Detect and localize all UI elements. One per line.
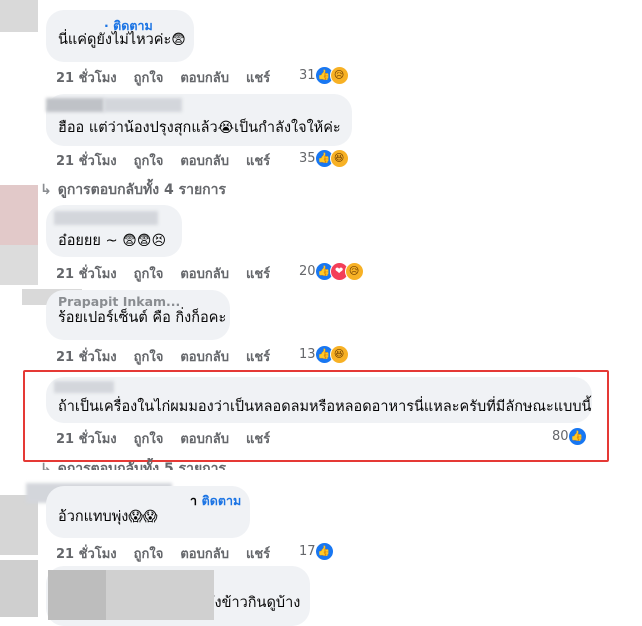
- comment-actions: 21 ชั่วโมง ถูกใจ ตอบกลับ แชร์: [56, 150, 287, 171]
- comment-bubble: อ๋อยยย ~ 😨😨😣: [46, 205, 182, 257]
- reply-button[interactable]: ตอบกลับ: [180, 154, 229, 169]
- timestamp[interactable]: 21 ชั่วโมง: [56, 154, 117, 169]
- emoji: 😨: [171, 32, 186, 48]
- comment-actions: 21 ชั่วโมง ถูกใจ ตอบกลับ แชร์: [56, 263, 287, 284]
- comment-text: อ้วกแทบพุ่ง: [58, 509, 129, 525]
- reaction-count: 20: [299, 264, 316, 279]
- share-button[interactable]: แชร์: [246, 71, 270, 86]
- comment-actions: 21 ชั่วโมง ถูกใจ ตอบกลับ แชร์: [56, 67, 287, 88]
- like-icon: 👍: [314, 542, 334, 561]
- avatar[interactable]: [0, 185, 38, 245]
- reaction-summary[interactable]: 17 👍: [299, 542, 334, 561]
- reaction-summary[interactable]: 31 👍 😥: [299, 66, 349, 85]
- timestamp[interactable]: 21 ชั่วโมง: [56, 350, 117, 365]
- avatar[interactable]: [0, 245, 38, 285]
- emoji: 😱😱: [128, 509, 158, 525]
- reaction-count: 31: [299, 68, 316, 83]
- reaction-count: 17: [299, 544, 316, 559]
- comment-text: ยังข้าวกินดูบ้าง: [206, 595, 301, 611]
- blurred-name: [106, 570, 214, 620]
- sad-icon: 😥: [329, 66, 349, 85]
- reply-arrow-icon: ↳: [40, 182, 52, 198]
- comment-actions: 21 ชั่วโมง ถูกใจ ตอบกลับ แชร์: [56, 346, 287, 367]
- like-button[interactable]: ถูกใจ: [134, 350, 164, 365]
- share-button[interactable]: แชร์: [246, 154, 270, 169]
- comment-text: ร้อยเปอร์เซ็นต์ คือ กิ่งก็อคะ: [58, 310, 227, 326]
- comment-bubble: ยังข้าวกินดูบ้าง: [46, 566, 310, 626]
- like-button[interactable]: ถูกใจ: [134, 267, 164, 282]
- blurred-name: [46, 98, 104, 112]
- like-button[interactable]: ถูกใจ: [134, 154, 164, 169]
- reply-button[interactable]: ตอบกลับ: [180, 350, 229, 365]
- comment-text: อ๋อยยย ~: [58, 233, 118, 249]
- reply-button[interactable]: ตอบกลับ: [180, 267, 229, 282]
- emoji: 😨😨😣: [122, 233, 167, 249]
- comment-bubble: · ติดตาม นี่แค่ดูยังไม่ไหวค่ะ😨: [46, 10, 194, 62]
- comment-bubble: ฮืออ แต่ว่าน้องปรุงสุกแล้ว😭เป็นกำลังใจให…: [46, 94, 352, 146]
- comment-text: นี่แค่ดูยังไม่ไหวค่ะ: [58, 32, 172, 48]
- highlight-box: [23, 370, 609, 462]
- reaction-summary[interactable]: 13 👍 😆: [299, 345, 349, 364]
- blurred-name: [54, 211, 158, 225]
- avatar[interactable]: [0, 560, 38, 617]
- comment-text: ฮืออ แต่ว่าน้องปรุงสุกแล้ว: [58, 120, 218, 136]
- haha-icon: 😆: [329, 149, 349, 168]
- haha-icon: 😆: [329, 345, 349, 364]
- view-replies-label: ดูการตอบกลับทั้ง 4 รายการ: [57, 182, 227, 198]
- like-button[interactable]: ถูกใจ: [134, 71, 164, 86]
- like-button[interactable]: ถูกใจ: [134, 547, 164, 562]
- avatar[interactable]: [0, 495, 38, 555]
- comment-author[interactable]: า: [190, 493, 197, 508]
- comment-author[interactable]: Prapapit Inkam...: [58, 294, 218, 308]
- emoji: 😭: [217, 120, 235, 136]
- view-replies-link[interactable]: ↳ ดูการตอบกลับทั้ง 4 รายการ: [40, 179, 226, 201]
- view-replies-label: ดูการตอบกลับทั้ง 5 รายการ: [57, 461, 227, 470]
- timestamp[interactable]: 21 ชั่วโมง: [56, 267, 117, 282]
- reaction-count: 13: [299, 347, 316, 362]
- reply-button[interactable]: ตอบกลับ: [180, 71, 229, 86]
- share-button[interactable]: แชร์: [246, 547, 270, 562]
- reply-button[interactable]: ตอบกลับ: [180, 547, 229, 562]
- follow-link[interactable]: ติดตาม: [202, 493, 242, 508]
- view-replies-link[interactable]: ↳ ดูการตอบกลับทั้ง 5 รายการ: [40, 458, 226, 470]
- sad-icon: 😥: [344, 262, 364, 281]
- reaction-summary[interactable]: 20 👍 ❤ 😥: [299, 262, 364, 281]
- blurred-name: [48, 570, 106, 620]
- blurred-name: [104, 98, 182, 112]
- reaction-summary[interactable]: 35 👍 😆: [299, 149, 349, 168]
- reply-arrow-icon: ↳: [40, 461, 52, 470]
- timestamp[interactable]: 21 ชั่วโมง: [56, 71, 117, 86]
- comment-text: เป็นกำลังใจให้ค่ะ: [234, 120, 341, 136]
- comment-bubble: Prapapit Inkam... ร้อยเปอร์เซ็นต์ คือ กิ…: [46, 290, 230, 340]
- timestamp[interactable]: 21 ชั่วโมง: [56, 547, 117, 562]
- avatar[interactable]: [0, 0, 38, 32]
- comment-actions: 21 ชั่วโมง ถูกใจ ตอบกลับ แชร์: [56, 543, 287, 564]
- comment-bubble: า ติดตาม อ้วกแทบพุ่ง😱😱: [46, 486, 250, 538]
- share-button[interactable]: แชร์: [246, 267, 270, 282]
- share-button[interactable]: แชร์: [246, 350, 270, 365]
- reaction-count: 35: [299, 151, 316, 166]
